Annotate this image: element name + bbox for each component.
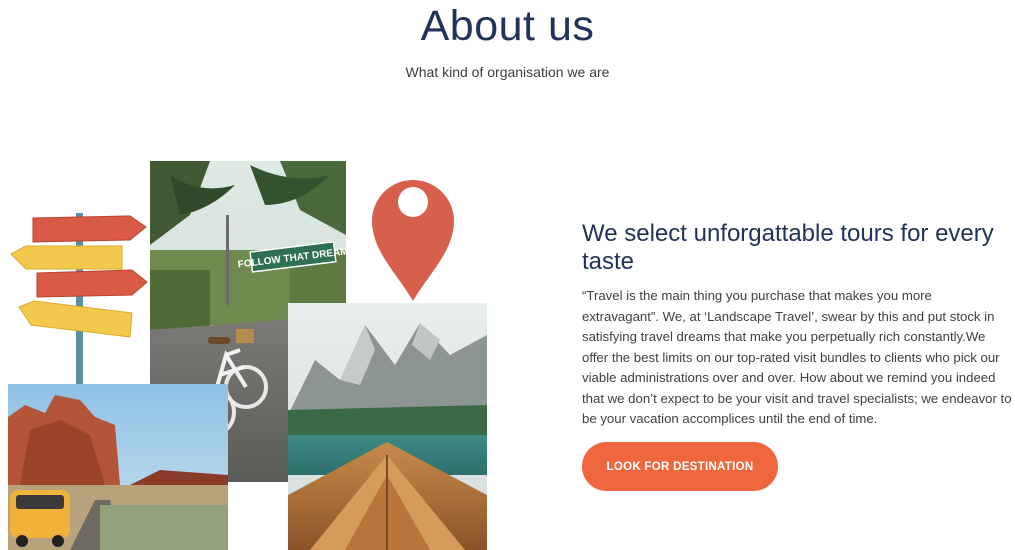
look-for-destination-button[interactable]: LOOK FOR DESTINATION	[582, 442, 778, 491]
about-content: We select unforgattable tours for every …	[582, 220, 1012, 430]
desert-van-photo	[8, 384, 228, 550]
about-paragraph: “Travel is the main thing you purchase t…	[582, 288, 1012, 426]
signpost-illustration	[10, 213, 148, 385]
lake-boat-photo	[288, 303, 487, 550]
section-headline: We select unforgattable tours for every …	[582, 220, 994, 275]
image-collage: FOLLOW THAT DREAM	[0, 155, 500, 550]
map-pin-icon	[372, 180, 454, 301]
page-subtitle: What kind of organisation we are	[405, 64, 610, 80]
page-title: About us	[420, 2, 595, 50]
